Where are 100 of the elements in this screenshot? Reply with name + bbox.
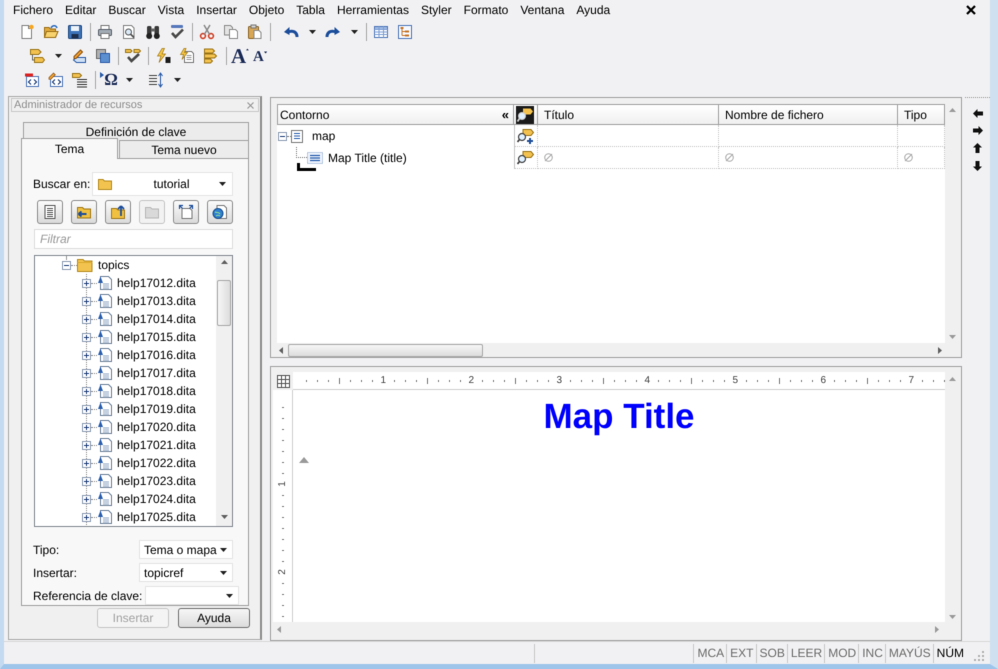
tree-item[interactable]: topics <box>98 257 130 273</box>
scrollbar-thumb[interactable] <box>217 280 231 326</box>
menu-item[interactable]: Ayuda <box>570 2 616 18</box>
tree-item[interactable]: help17021.dita <box>117 437 196 453</box>
select-field[interactable]: topicref <box>139 563 233 582</box>
tree-item[interactable]: help17023.dita <box>117 473 196 489</box>
tree-item[interactable]: help17025.dita <box>117 509 196 525</box>
close-icon[interactable] <box>966 5 976 15</box>
scroll-left-icon[interactable] <box>279 346 283 354</box>
expand-icon[interactable] <box>82 296 91 306</box>
menu-item[interactable]: Ventana <box>514 2 570 18</box>
spell-check-icon[interactable] <box>169 24 185 40</box>
outline-item[interactable]: map <box>312 129 336 143</box>
tag-magnifier-icon[interactable] <box>517 150 535 166</box>
overlapping-squares-icon[interactable] <box>95 48 111 64</box>
printer-icon[interactable] <box>97 24 113 40</box>
tree-item[interactable]: help17017.dita <box>117 365 196 381</box>
vertical-scrollbar[interactable] <box>216 256 232 526</box>
tree-item[interactable]: help17013.dita <box>117 293 196 309</box>
tag-check-icon[interactable] <box>125 48 141 64</box>
dialog-button[interactable]: Ayuda <box>178 608 250 628</box>
scrollbar-thumb[interactable] <box>288 344 483 356</box>
menu-item[interactable]: Fichero <box>7 2 60 18</box>
scroll-right-icon[interactable] <box>938 346 942 354</box>
expand-icon[interactable] <box>82 368 91 378</box>
tab[interactable]: Definición de clave <box>23 122 249 140</box>
right-arrow-icon[interactable] <box>972 126 982 135</box>
paste-icon[interactable] <box>247 24 263 40</box>
filter-field[interactable]: Filtrar <box>34 229 233 249</box>
page-magnifier-icon[interactable] <box>121 24 137 40</box>
lightning-document-icon[interactable] <box>179 48 195 64</box>
column-header[interactable] <box>514 104 538 125</box>
new-document-icon[interactable] <box>19 24 35 40</box>
table-icon[interactable] <box>373 24 389 40</box>
menu-item[interactable]: Vista <box>152 2 190 18</box>
folder-dropdown[interactable]: tutorial <box>92 172 233 196</box>
symbol-button[interactable]: Ω <box>98 69 120 91</box>
line-spacing-icon[interactable] <box>148 72 164 88</box>
tree-item[interactable]: help17012.dita <box>117 275 196 291</box>
open-folder-icon[interactable] <box>43 24 59 40</box>
stacked-tags-icon[interactable] <box>203 48 219 64</box>
menu-item[interactable]: Herramientas <box>330 2 415 18</box>
expand-icon[interactable] <box>82 278 91 288</box>
resize-grip-icon[interactable] <box>974 650 985 662</box>
dropdown-arrow-icon[interactable] <box>174 78 180 82</box>
expand-icon[interactable] <box>82 512 91 522</box>
collapse-icon[interactable] <box>62 260 71 270</box>
expand-icon[interactable] <box>82 494 91 504</box>
tree-view-icon[interactable] <box>397 24 413 40</box>
expand-icon[interactable] <box>82 350 91 360</box>
tags-icon[interactable] <box>29 48 45 64</box>
tree-item[interactable]: help17022.dita <box>117 455 196 471</box>
page-lines-button[interactable] <box>37 200 63 224</box>
expand-icon[interactable] <box>82 404 91 414</box>
expand-icon[interactable] <box>82 440 91 450</box>
menu-item[interactable]: Formato <box>458 2 514 18</box>
expand-icon[interactable] <box>82 422 91 432</box>
dropdown-arrow-icon[interactable] <box>350 30 358 34</box>
dropdown-arrow-icon[interactable] <box>126 78 132 82</box>
lightning-icon[interactable] <box>155 48 171 64</box>
redo-icon[interactable] <box>325 24 341 40</box>
down-arrow-icon[interactable] <box>973 161 982 171</box>
globe-page-button[interactable] <box>207 200 233 224</box>
code-box-icon[interactable] <box>24 72 40 88</box>
collapse-icon[interactable] <box>278 132 287 140</box>
tree-item[interactable]: help17019.dita <box>117 401 196 417</box>
column-header[interactable]: Tipo <box>898 104 945 125</box>
binoculars-icon[interactable] <box>145 24 161 40</box>
select-field[interactable]: Tema o mapa <box>139 540 233 559</box>
expand-icon[interactable] <box>82 476 91 486</box>
menu-item[interactable]: Buscar <box>102 2 152 18</box>
folder-up-button[interactable] <box>105 200 131 224</box>
dropdown-arrow-icon[interactable] <box>308 30 316 34</box>
dropdown-arrow-icon[interactable] <box>54 54 62 58</box>
grid-icon[interactable] <box>276 374 290 388</box>
page-arrows-button[interactable] <box>173 200 199 224</box>
expand-icon[interactable] <box>82 386 91 396</box>
tree-item[interactable]: help17015.dita <box>117 329 196 345</box>
select-field[interactable] <box>145 586 240 605</box>
collapse-button[interactable]: « <box>498 108 513 122</box>
left-arrow-icon[interactable] <box>972 109 982 118</box>
pencil-code-box-icon[interactable] <box>48 72 64 88</box>
tag-list-icon[interactable] <box>72 72 88 88</box>
folder-back-button[interactable] <box>71 200 97 224</box>
tree-item[interactable]: help17018.dita <box>117 383 196 399</box>
expand-icon[interactable] <box>82 314 91 324</box>
copy-icon[interactable] <box>223 24 239 40</box>
scroll-down-icon[interactable] <box>220 515 228 519</box>
undo-icon[interactable] <box>283 24 299 40</box>
font-shrink-button[interactable]: A <box>251 45 269 67</box>
menu-item[interactable]: Editar <box>59 2 102 18</box>
tree-item[interactable]: help17014.dita <box>117 311 196 327</box>
font-grow-button[interactable]: A <box>229 45 251 67</box>
tab[interactable]: Tema nuevo <box>119 140 249 158</box>
tree-item[interactable]: help17020.dita <box>117 419 196 435</box>
column-header[interactable]: Nombre de fichero <box>719 104 898 125</box>
outline-item[interactable]: Map Title (title) <box>328 151 407 165</box>
expand-icon[interactable] <box>82 332 91 342</box>
column-header[interactable]: Título <box>538 104 719 125</box>
outline-header[interactable]: Contorno « <box>277 104 514 125</box>
